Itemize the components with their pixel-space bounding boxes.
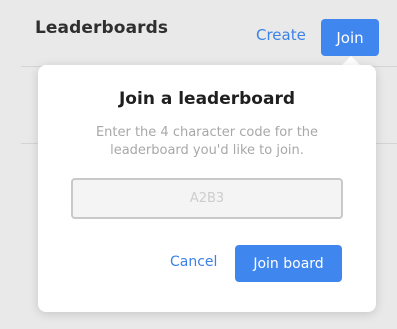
dialog-description: Enter the 4 character code for the leade… [95,125,319,158]
leaderboard-code-input[interactable] [71,178,343,219]
dialog-title: Join a leaderboard [118,89,296,109]
cancel-button[interactable]: Cancel [170,254,217,270]
popover-arrow [342,56,360,65]
panel-title: Leaderboards [35,18,169,38]
join-leaderboard-dialog: Join a leaderboard Enter the 4 character… [38,65,376,312]
join-board-button[interactable]: Join board [235,245,342,282]
join-button[interactable]: Join [321,19,379,56]
create-button[interactable]: Create [256,26,306,44]
